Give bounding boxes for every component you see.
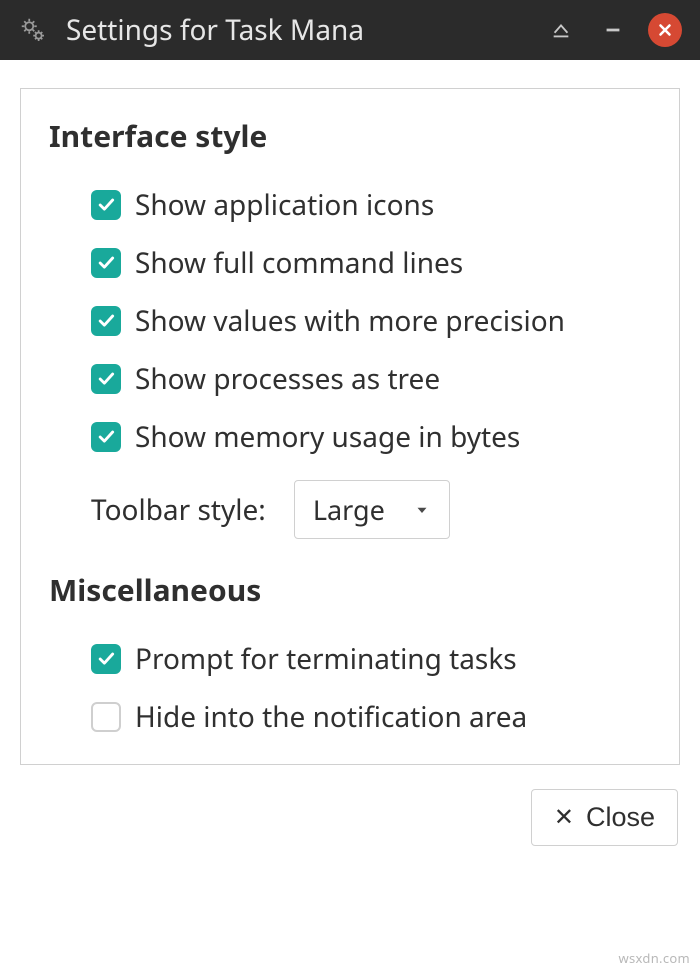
close-button-label: Close: [586, 802, 655, 833]
option-show-app-icons[interactable]: Show application icons: [49, 176, 651, 234]
window-title: Settings for Task Mana: [66, 11, 526, 49]
checkbox-prompt-terminate[interactable]: [91, 644, 121, 674]
checkbox-hide-notif[interactable]: [91, 702, 121, 732]
checkbox-show-proc-tree[interactable]: [91, 364, 121, 394]
checkbox-show-more-precision[interactable]: [91, 306, 121, 336]
option-label: Show processes as tree: [135, 360, 440, 398]
option-prompt-terminate[interactable]: Prompt for terminating tasks: [49, 630, 651, 688]
option-show-more-precision[interactable]: Show values with more precision: [49, 292, 651, 350]
section-interface-style: Interface style Show application icons S…: [49, 115, 651, 549]
chevron-down-icon: [413, 501, 431, 519]
titlebar: Settings for Task Mana: [0, 0, 700, 60]
close-icon: ✕: [554, 803, 574, 832]
toolbar-style-row: Toolbar style: Large: [49, 466, 651, 549]
close-button[interactable]: ✕ Close: [531, 789, 678, 846]
toolbar-style-value: Large: [313, 491, 385, 528]
minimize-button[interactable]: [596, 13, 630, 47]
option-label: Show application icons: [135, 186, 434, 224]
checkbox-show-mem-bytes[interactable]: [91, 422, 121, 452]
option-label: Hide into the notification area: [135, 698, 527, 736]
close-window-button[interactable]: [648, 13, 682, 47]
section-miscellaneous: Miscellaneous Prompt for terminating tas…: [49, 569, 651, 746]
option-label: Show values with more precision: [135, 302, 565, 340]
keep-above-icon[interactable]: [544, 13, 578, 47]
dialog-button-bar: ✕ Close: [0, 773, 700, 850]
option-show-proc-tree[interactable]: Show processes as tree: [49, 350, 651, 408]
option-label: Show full command lines: [135, 244, 463, 282]
gear-icon: [18, 15, 48, 45]
section-title-misc: Miscellaneous: [49, 569, 651, 610]
watermark: wsxdn.com: [618, 949, 690, 967]
settings-window: Settings for Task Mana Interface style: [0, 0, 700, 850]
option-label: Show memory usage in bytes: [135, 418, 520, 456]
option-show-mem-bytes[interactable]: Show memory usage in bytes: [49, 408, 651, 466]
option-show-full-cmd[interactable]: Show full command lines: [49, 234, 651, 292]
toolbar-style-label: Toolbar style:: [91, 491, 266, 529]
toolbar-style-combo[interactable]: Large: [294, 480, 450, 539]
option-hide-notif[interactable]: Hide into the notification area: [49, 688, 651, 746]
section-title-interface: Interface style: [49, 115, 651, 156]
option-label: Prompt for terminating tasks: [135, 640, 517, 678]
settings-panel: Interface style Show application icons S…: [20, 88, 680, 765]
checkbox-show-app-icons[interactable]: [91, 190, 121, 220]
checkbox-show-full-cmd[interactable]: [91, 248, 121, 278]
